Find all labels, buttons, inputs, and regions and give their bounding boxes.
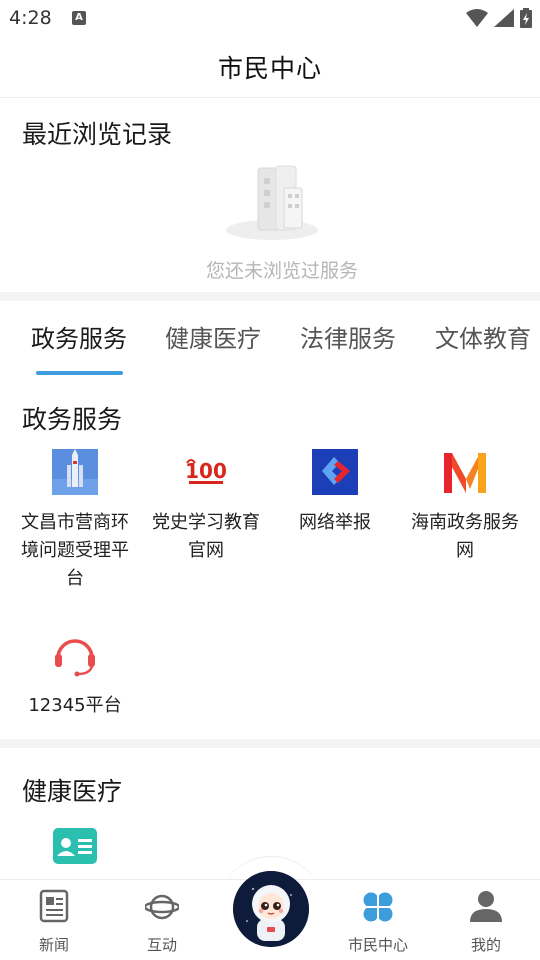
signal-icon [494, 9, 514, 27]
gov-section-title: 政务服务 [22, 405, 123, 434]
nav-label: 我的 [470, 936, 501, 954]
tab-legal[interactable]: 法律服务 [300, 319, 396, 354]
headset-icon [55, 639, 95, 677]
service-label: 网络举报 [299, 512, 371, 533]
nav-label: 市民中心 [347, 936, 408, 954]
service-business-platform[interactable]: 文昌市营商环境问题受理平台 [10, 449, 140, 593]
divider [0, 739, 540, 748]
hainan-m-logo-icon [444, 453, 486, 493]
tab-gov-services[interactable]: 政务服务 [31, 319, 127, 354]
battery-icon [520, 8, 532, 28]
news-icon [39, 889, 69, 923]
tab-culture-education[interactable]: 文体教育 [435, 319, 531, 354]
status-icons [466, 8, 532, 28]
status-time: 4:28 [9, 7, 52, 29]
report-logo-icon [312, 449, 358, 495]
empty-building-icon [226, 165, 318, 240]
astronaut-mascot-icon [233, 871, 309, 947]
page-title: 市民中心 [217, 54, 322, 83]
app-header: 市民中心 [0, 38, 540, 98]
service-12345[interactable]: 12345平台 [10, 632, 140, 720]
nav-news[interactable]: 新闻 [0, 888, 108, 955]
nav-citizen-center[interactable]: 市民中心 [324, 888, 432, 955]
wifi-icon [466, 9, 488, 27]
nav-mine[interactable]: 我的 [432, 888, 540, 955]
nav-label: 互动 [146, 936, 177, 954]
service-label: 海南政务服务网 [411, 512, 519, 561]
nav-interaction[interactable]: 互动 [108, 888, 216, 955]
service-online-report[interactable]: 网络举报 [270, 449, 400, 537]
mascot-center-button[interactable] [233, 871, 309, 947]
service-party-history[interactable]: 100 党史学习教育官网 [141, 449, 271, 565]
party-history-100-icon: 100 [185, 459, 227, 484]
notification-icon: A [72, 11, 86, 25]
service-label: 党史学习教育官网 [152, 512, 260, 561]
nav-label: 新闻 [38, 936, 69, 954]
empty-text: 您还未浏览过服务 [205, 260, 358, 282]
tab-health[interactable]: 健康医疗 [165, 319, 261, 354]
service-label: 12345平台 [28, 695, 122, 716]
service-health-card[interactable] [10, 826, 140, 872]
svg-text:100: 100 [185, 459, 227, 483]
id-card-icon [53, 828, 97, 864]
health-section-title: 健康医疗 [22, 777, 123, 806]
clover-icon [363, 892, 393, 922]
tab-indicator [36, 371, 123, 375]
service-hainan-gov[interactable]: 海南政务服务网 [400, 449, 530, 565]
category-tabs: 政务服务 健康医疗 法律服务 文体教育 [0, 301, 540, 381]
status-bar: 4:28 A [0, 0, 540, 38]
planet-icon [145, 894, 179, 920]
service-label: 文昌市营商环境问题受理平台 [21, 512, 129, 589]
divider [0, 292, 540, 301]
rocket-icon [52, 449, 98, 495]
person-icon [470, 891, 502, 922]
recent-title: 最近浏览记录 [22, 120, 173, 149]
